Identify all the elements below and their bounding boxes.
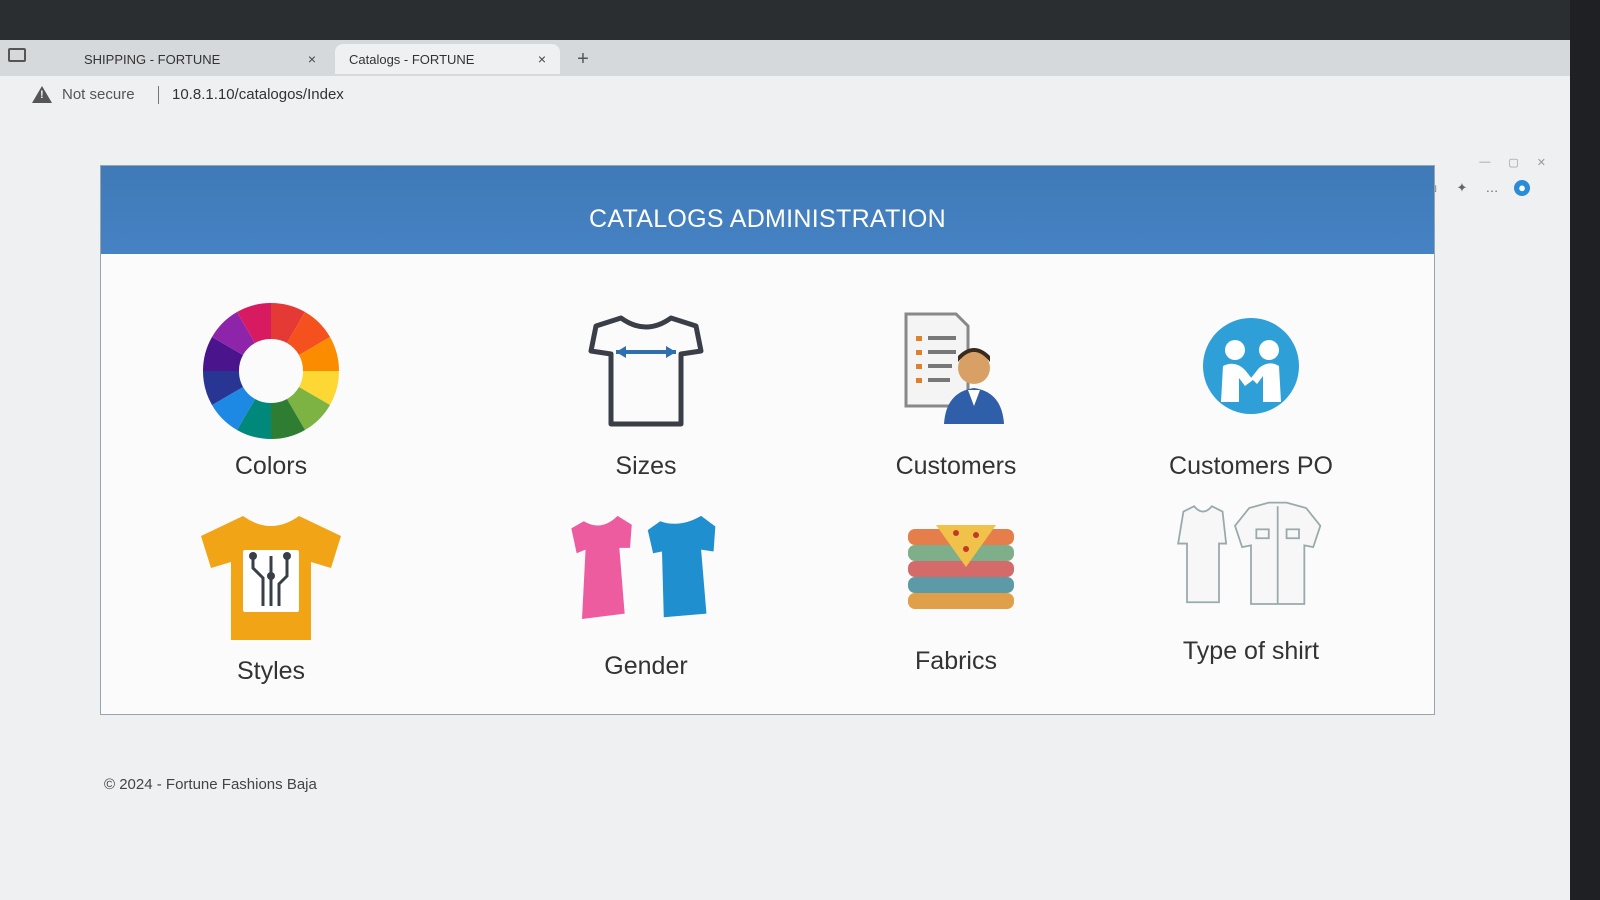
tab-title: SHIPPING - FORTUNE	[84, 51, 221, 67]
styled-tshirt-icon	[191, 501, 351, 651]
restore-icon[interactable]: ▢	[1508, 156, 1518, 169]
profile-icon[interactable]: ●	[1514, 180, 1530, 196]
handshake-icon	[1171, 296, 1331, 446]
footer-copyright: © 2024 - Fortune Fashions Baja	[104, 776, 317, 793]
close-window-icon[interactable]: ✕	[1537, 156, 1546, 169]
tile-customers[interactable]: Customers	[826, 296, 1086, 481]
divider	[158, 86, 159, 104]
tab-shipping[interactable]: SHIPPING - FORTUNE ×	[70, 44, 330, 74]
tile-label: Sizes	[615, 452, 677, 480]
fabric-stack-icon	[876, 491, 1036, 641]
tile-label: Colors	[234, 452, 308, 480]
extensions-icon[interactable]: ✦	[1454, 180, 1470, 196]
tab-strip: SHIPPING - FORTUNE × Catalogs - FORTUNE …	[0, 40, 1570, 76]
window-controls: — ▢ ✕	[1479, 156, 1546, 169]
tile-styles[interactable]: Styles	[141, 501, 401, 686]
close-icon[interactable]: ×	[308, 51, 316, 67]
url-text[interactable]: 10.8.1.10/catalogos/Index	[172, 86, 344, 103]
more-icon[interactable]: …	[1484, 180, 1500, 196]
color-wheel-icon	[191, 296, 351, 446]
tile-colors[interactable]: Colors	[141, 296, 401, 481]
tile-label: Customers	[895, 452, 1017, 480]
tile-fabrics[interactable]: Fabrics	[826, 491, 1086, 676]
tile-sizes[interactable]: Sizes	[516, 296, 776, 481]
tile-gender[interactable]: Gender	[516, 496, 776, 681]
shirt-types-icon	[1171, 481, 1331, 631]
tshirt-size-icon	[566, 296, 726, 446]
security-indicator[interactable]: Not secure	[62, 86, 135, 103]
tile-label: Fabrics	[915, 647, 997, 675]
customer-document-icon	[876, 296, 1036, 446]
tile-label: Customers PO	[1169, 452, 1333, 480]
minimize-icon[interactable]: —	[1479, 156, 1490, 169]
tile-type-of-shirt[interactable]: Type of shirt	[1121, 481, 1381, 666]
warning-icon[interactable]	[32, 86, 52, 103]
window-menu-icon[interactable]	[8, 48, 26, 62]
panel-header: CATALOGS ADMINISTRATION	[101, 166, 1434, 254]
tab-title: Catalogs - FORTUNE	[349, 51, 475, 67]
monitor-bezel-top	[0, 0, 1600, 40]
gender-shirts-icon	[566, 496, 726, 646]
tile-customers-po[interactable]: Customers PO	[1121, 296, 1381, 481]
close-icon[interactable]: ×	[538, 51, 546, 67]
new-tab-button[interactable]: +	[572, 48, 594, 70]
tab-catalogs[interactable]: Catalogs - FORTUNE ×	[335, 44, 560, 74]
tile-label: Type of shirt	[1182, 637, 1320, 665]
address-bar[interactable]: Not secure 10.8.1.10/catalogos/Index	[0, 76, 1570, 116]
monitor-bezel-right	[1570, 0, 1600, 900]
catalogs-panel: CATALOGS ADMINISTRATION Colors Sizes Cus…	[100, 165, 1435, 715]
page-title: CATALOGS ADMINISTRATION	[589, 205, 946, 233]
tile-label: Styles	[236, 657, 306, 685]
photo-frame: SHIPPING - FORTUNE × Catalogs - FORTUNE …	[0, 0, 1600, 900]
tile-label: Gender	[604, 652, 688, 680]
